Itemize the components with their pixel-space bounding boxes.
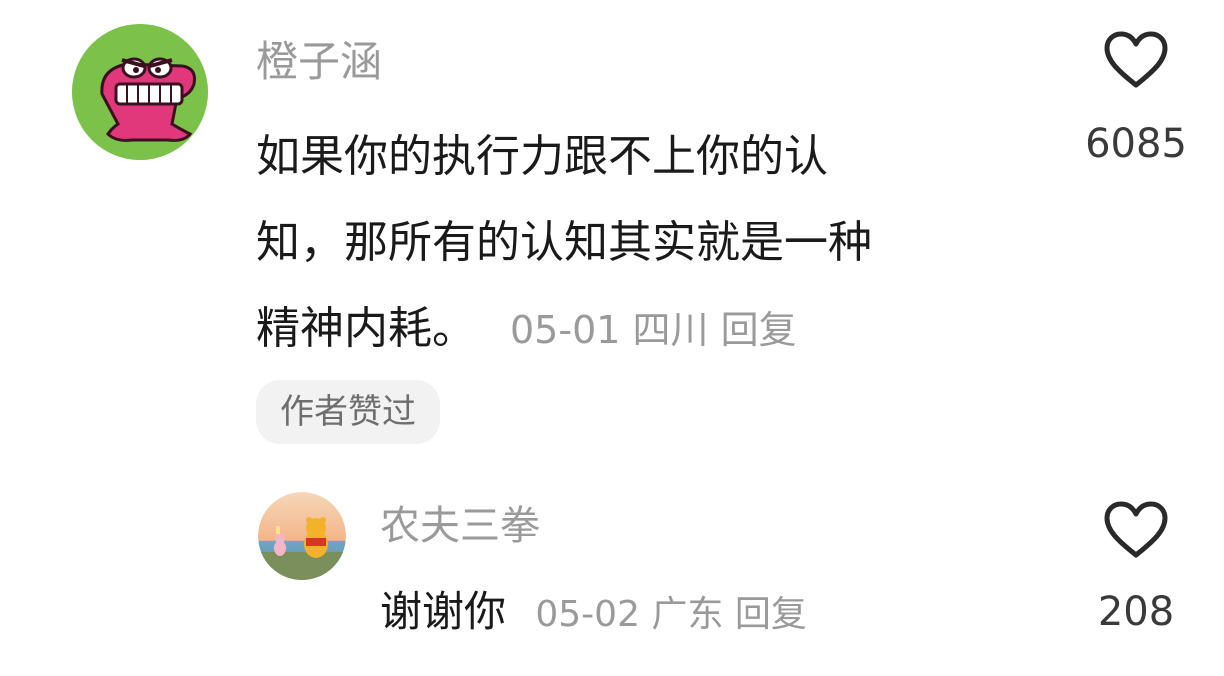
like-count: 6085 xyxy=(1085,121,1187,167)
avatar[interactable] xyxy=(72,24,208,160)
comment-location: 广东 xyxy=(651,594,724,635)
comment-meta: 05-01 四川 回复 xyxy=(510,308,797,352)
username[interactable]: 橙子涵 xyxy=(256,34,382,90)
like-count: 208 xyxy=(1097,589,1175,635)
comment-text-content: 谢谢你 xyxy=(380,587,507,636)
comment-item: 农夫三拳 谢谢你 05-02 广东 回复 208 xyxy=(0,460,1224,676)
like-control[interactable]: 208 xyxy=(1066,500,1206,636)
pooh-avatar-icon xyxy=(258,492,346,580)
comment-text-end: 精神内耗。 xyxy=(256,303,476,354)
comment-text-line: 如果你的执行力跟不上你的认 xyxy=(256,131,828,182)
comment-item: 橙子涵 如果你的执行力跟不上你的认 知，那所有的认知其实就是一种 精神内耗。 0… xyxy=(0,0,1224,460)
comment-location: 四川 xyxy=(632,308,709,352)
like-control[interactable]: 6085 xyxy=(1066,30,1206,168)
comment-text-line: 精神内耗。 05-01 四川 回复 xyxy=(256,286,1036,373)
comment-text: 谢谢你 05-02 广东 回复 xyxy=(380,584,807,643)
comment-date: 05-02 xyxy=(535,594,640,635)
avatar[interactable] xyxy=(258,492,346,580)
crocodile-avatar-icon xyxy=(72,24,208,160)
reply-button[interactable]: 回复 xyxy=(735,594,807,635)
author-liked-badge: 作者赞过 xyxy=(256,380,440,444)
comment-text-line: 知，那所有的认知其实就是一种 xyxy=(256,217,872,268)
comment-date: 05-01 xyxy=(510,308,621,352)
reply-button[interactable]: 回复 xyxy=(721,308,797,352)
comment-meta: 05-02 广东 回复 xyxy=(535,594,807,635)
heart-outline-icon[interactable] xyxy=(1103,30,1169,90)
comment-text: 如果你的执行力跟不上你的认 知，那所有的认知其实就是一种 精神内耗。 05-01… xyxy=(256,114,1036,373)
username[interactable]: 农夫三拳 xyxy=(380,500,540,552)
heart-outline-icon[interactable] xyxy=(1103,500,1169,560)
